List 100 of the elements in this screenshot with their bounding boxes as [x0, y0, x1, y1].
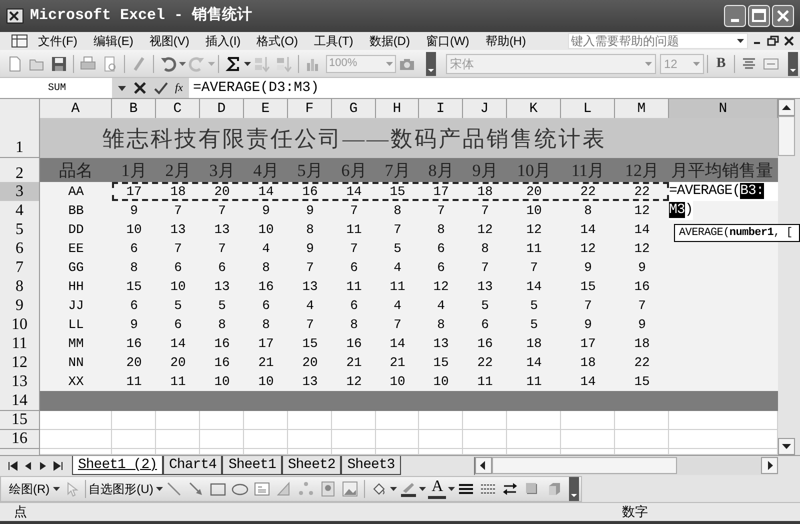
table-cell	[463, 411, 507, 430]
table-cell: 22	[463, 353, 507, 372]
sheet-tab[interactable]: Sheet1 (2)	[72, 456, 164, 475]
column-heading-cell: 2月	[156, 158, 200, 184]
restore-icon[interactable]	[766, 35, 780, 47]
undo-icon[interactable]	[159, 54, 177, 72]
print-icon[interactable]	[79, 54, 97, 72]
row-header[interactable]: 10	[0, 315, 40, 334]
row-header[interactable]: 11	[0, 334, 40, 354]
sheet-tab[interactable]: Chart4	[163, 456, 222, 475]
row-header[interactable]: 1	[0, 118, 40, 158]
row-header[interactable]: 7	[0, 258, 40, 278]
menu-item[interactable]: 窗口(W)	[418, 32, 478, 50]
caret-icon[interactable]	[737, 39, 744, 43]
menu-item[interactable]: 工具(T)	[306, 32, 362, 50]
caret-icon[interactable]	[244, 62, 251, 66]
toolbar-options-icon[interactable]	[569, 476, 580, 500]
insert-function-button[interactable]: fx	[175, 81, 183, 95]
autoshapes-menu-button[interactable]: 自选图形(U)	[88, 480, 164, 498]
menu-item[interactable]: 帮助(H)	[477, 32, 534, 50]
clip-art-icon[interactable]	[319, 480, 338, 498]
row-header[interactable]: 8	[0, 277, 40, 296]
menu-item[interactable]: 编辑(E)	[85, 32, 142, 50]
table-cell: 10	[112, 220, 156, 240]
table-cell: 7	[419, 201, 463, 220]
table-cell: 6	[419, 239, 463, 258]
maximize-button[interactable]	[748, 5, 770, 27]
sum-icon[interactable]	[224, 54, 242, 72]
table-cell	[156, 411, 200, 430]
row-header[interactable]: 3	[0, 182, 40, 202]
row-header[interactable]: 16	[0, 430, 40, 449]
table-cell: 15	[112, 277, 156, 296]
caret-icon[interactable]	[390, 486, 398, 490]
close-button[interactable]	[772, 5, 794, 27]
table-cell: 4	[376, 296, 419, 316]
table-cell: 12	[615, 239, 669, 258]
table-cell: 7	[561, 296, 615, 316]
draw-menu-button[interactable]: 绘图(R)	[9, 480, 60, 498]
table-cell: 20	[288, 353, 332, 372]
cell-edit-text[interactable]: M3)	[669, 201, 693, 220]
sheet-tab[interactable]: Sheet2	[282, 456, 342, 475]
table-cell: 9	[615, 315, 669, 334]
row-header[interactable]: 15	[0, 411, 40, 430]
cancel-icon[interactable]	[133, 81, 147, 95]
caret-icon[interactable]	[419, 486, 426, 490]
row-header[interactable]: 6	[0, 239, 40, 258]
name-box[interactable]: SUM	[0, 78, 112, 98]
table-cell: 13	[288, 372, 332, 392]
row-header[interactable]: 9	[0, 296, 40, 316]
help-search-field[interactable]: 键入需要帮助的问题	[568, 33, 748, 49]
table-cell	[332, 411, 376, 430]
insert-picture-icon[interactable]	[341, 480, 360, 498]
row-header[interactable]: 5	[0, 220, 40, 240]
cell-edit-text[interactable]: =AVERAGE(B3:	[669, 182, 778, 201]
caret-icon[interactable]	[448, 486, 456, 490]
caret-icon[interactable]	[52, 486, 60, 490]
scroll-thumb[interactable]	[492, 457, 677, 474]
table-cell: 7	[332, 239, 376, 258]
formula-input[interactable]: =AVERAGE(D3:M3)	[188, 78, 800, 98]
table-cell: 13	[156, 220, 200, 240]
menu-item[interactable]: 文件(F)	[30, 32, 86, 50]
table-cell: 6	[200, 258, 244, 278]
sheet-tab[interactable]: Sheet1	[222, 456, 282, 475]
table-cell	[200, 411, 244, 430]
row-header[interactable]: 2	[0, 158, 40, 184]
bold-button[interactable]: B	[711, 54, 731, 72]
table-cell: 13	[419, 334, 463, 354]
table-cell: 12	[419, 277, 463, 296]
dropdown-caret-icon[interactable]	[118, 86, 126, 90]
table-cell: 10	[244, 220, 288, 240]
horizontal-scrollbar[interactable]	[474, 456, 778, 474]
text-box-icon[interactable]	[253, 480, 272, 498]
row-header[interactable]: 4	[0, 201, 40, 220]
close-icon[interactable]	[782, 35, 796, 47]
caret-icon[interactable]	[156, 486, 164, 490]
table-cell: 11	[112, 372, 156, 392]
scroll-thumb[interactable]	[778, 116, 795, 156]
table-cell: 15	[561, 277, 615, 296]
sheet-tab[interactable]: Sheet3	[341, 456, 401, 475]
menu-item[interactable]: 数据(D)	[361, 32, 418, 50]
table-cell: 17	[561, 334, 615, 354]
column-heading-cell: 9月	[463, 158, 507, 184]
menu-item[interactable]: 格式(O)	[248, 32, 306, 50]
toolbar-options-icon[interactable]	[788, 52, 798, 76]
enter-check-icon[interactable]	[154, 81, 168, 95]
row-header[interactable]: 14	[0, 391, 40, 411]
vertical-scrollbar[interactable]	[778, 99, 800, 455]
table-cell: 6	[156, 258, 200, 278]
table-cell: 22	[615, 353, 669, 372]
font-color-button[interactable]: A	[428, 478, 446, 498]
table-cell: 4	[288, 296, 332, 316]
save-icon[interactable]	[50, 54, 68, 72]
column-heading-cell: 4月	[244, 158, 288, 184]
toolbar-options-icon[interactable]	[426, 52, 436, 76]
table-cell: JJ	[40, 296, 112, 316]
row-header[interactable]: 13	[0, 372, 40, 392]
menu-item[interactable]: 插入(I)	[197, 32, 249, 50]
menu-item[interactable]: 视图(V)	[141, 32, 198, 50]
row-header[interactable]: 12	[0, 353, 40, 372]
minimize-button[interactable]	[724, 5, 746, 27]
